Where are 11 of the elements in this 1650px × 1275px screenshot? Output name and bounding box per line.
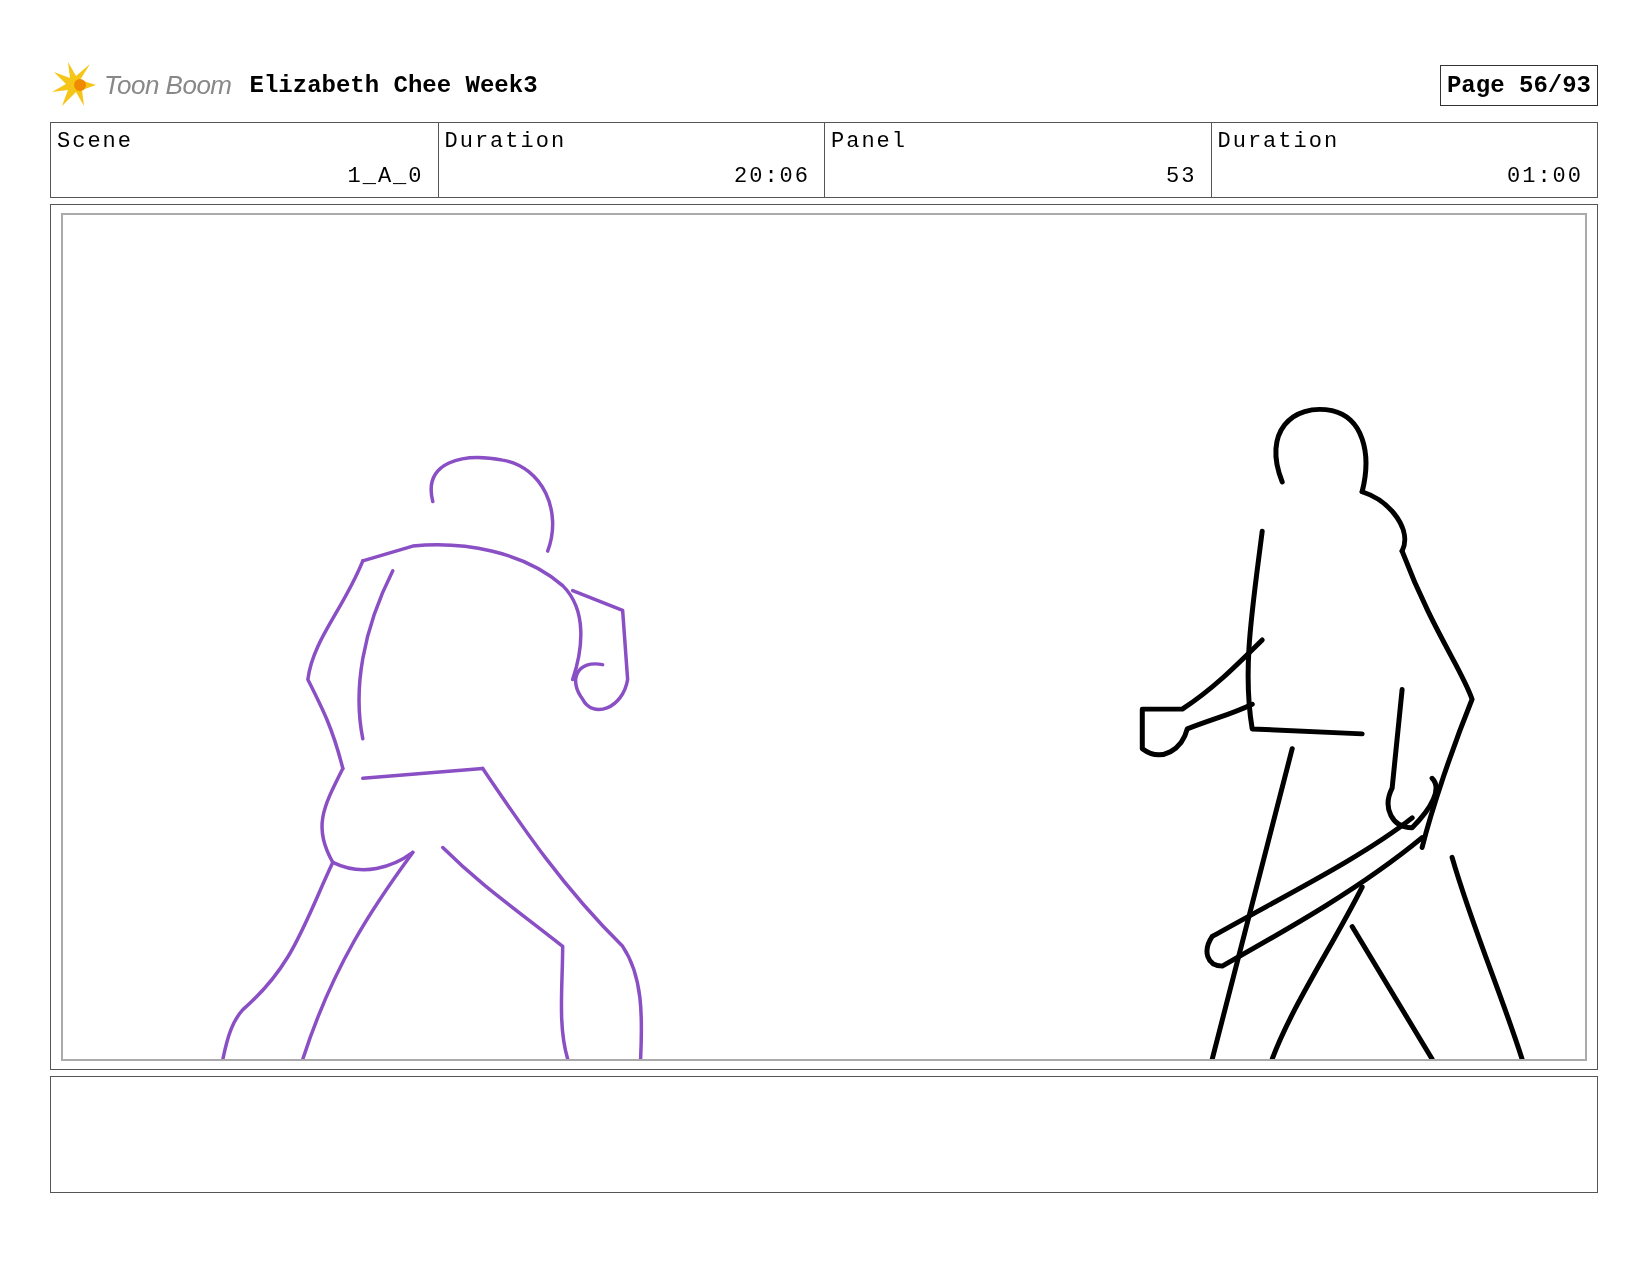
field-label: Panel	[831, 129, 908, 154]
logo-text: Toon Boom	[104, 69, 232, 101]
field-value: 1_A_0	[347, 164, 424, 189]
field-label: Duration	[444, 129, 568, 154]
field-value: 01:00	[1507, 164, 1583, 189]
field-label: Duration	[1217, 129, 1341, 154]
page-number: Page 56/93	[1439, 64, 1598, 106]
field-label: Scene	[57, 129, 134, 154]
field-value: 53	[1166, 164, 1197, 189]
storyboard-title: Elizabeth Chee Week3	[249, 71, 538, 99]
field-value: 20:06	[734, 164, 810, 189]
